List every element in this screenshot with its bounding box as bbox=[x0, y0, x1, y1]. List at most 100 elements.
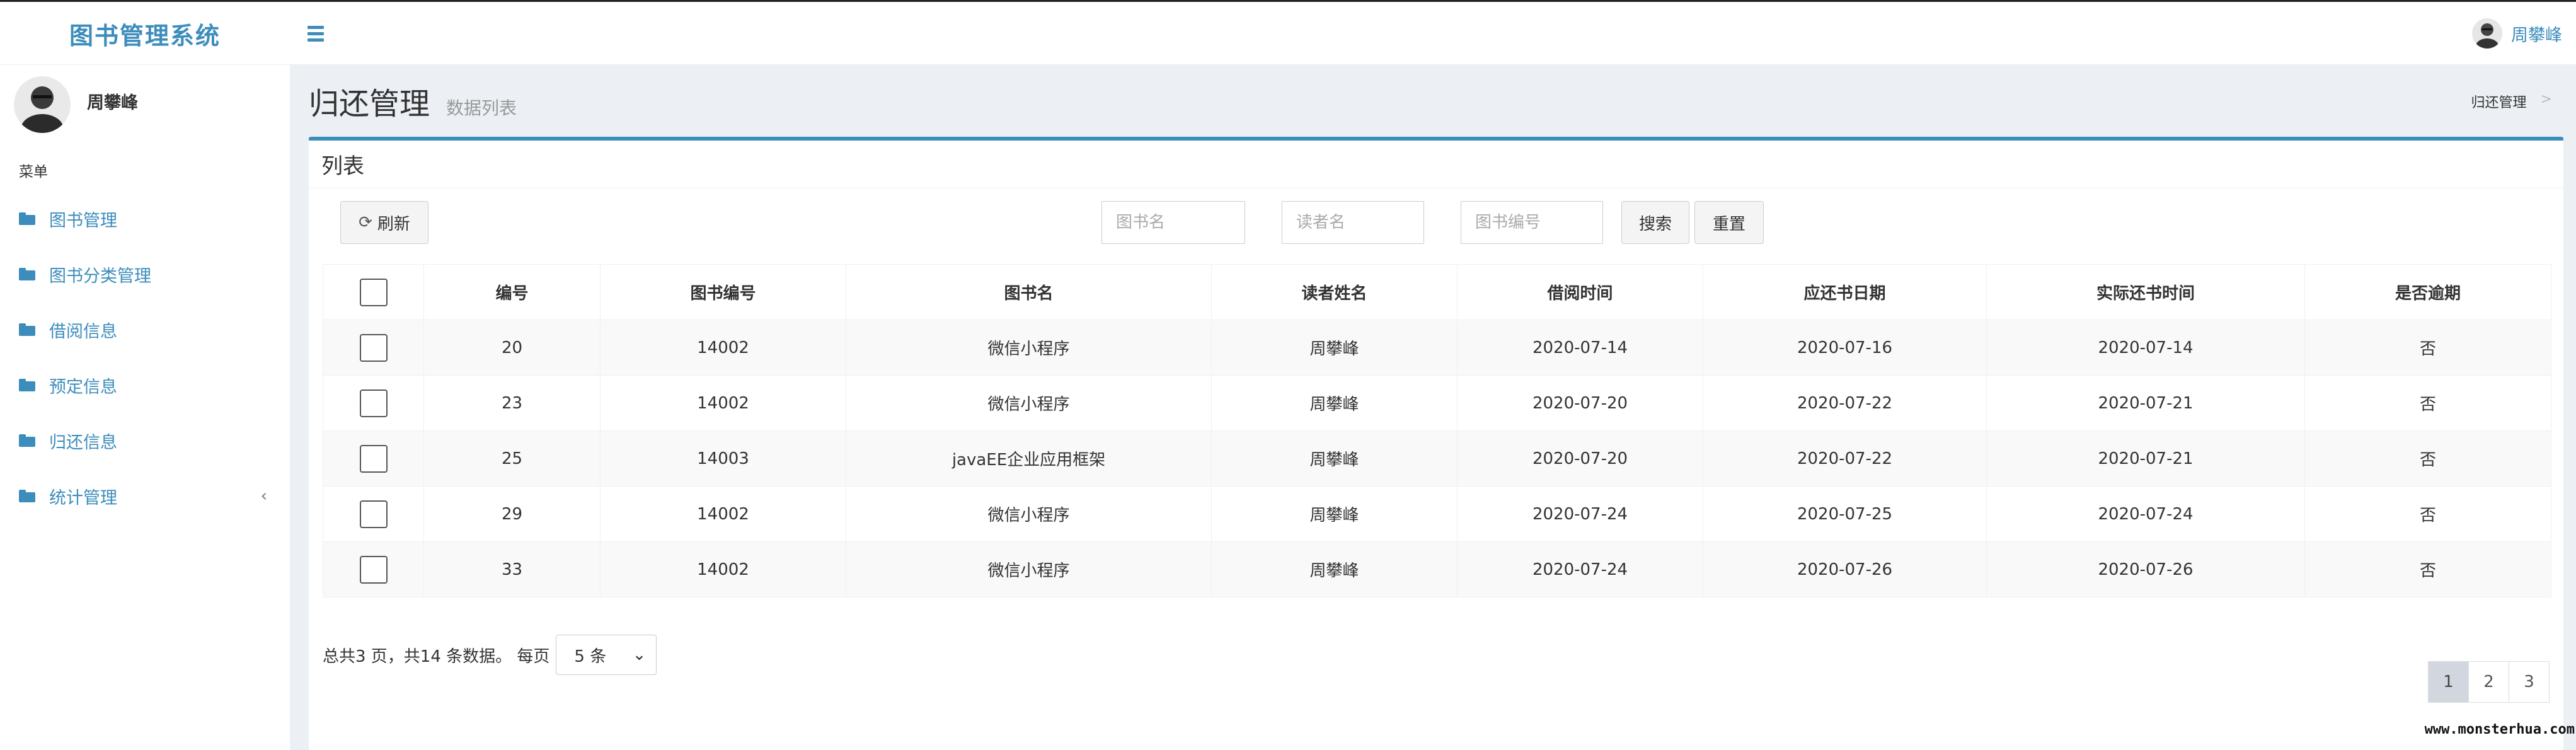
sidebar-item-label: 统计管理 bbox=[49, 488, 117, 508]
page-title: 归还管理 数据列表 bbox=[309, 79, 517, 123]
row-select-cell bbox=[323, 430, 424, 487]
row-select-cell bbox=[323, 320, 424, 376]
cell-reader: 周攀峰 bbox=[1211, 486, 1458, 542]
chevron-down-icon: ⌄ bbox=[632, 645, 647, 664]
refresh-label: 刷新 bbox=[377, 214, 410, 234]
sidebar-item-label: 归还信息 bbox=[49, 432, 117, 453]
breadcrumb-item[interactable]: 归还管理 bbox=[2471, 91, 2527, 112]
table-row[interactable]: 23 14002 微信小程序 周攀峰 2020-07-20 2020-07-22… bbox=[323, 375, 2551, 431]
page-button-1[interactable]: 1 bbox=[2428, 661, 2469, 703]
sidebar-toggle-icon[interactable] bbox=[308, 21, 325, 46]
page-subtitle: 数据列表 bbox=[446, 98, 517, 118]
table-row[interactable]: 20 14002 微信小程序 周攀峰 2020-07-14 2020-07-16… bbox=[323, 320, 2551, 376]
cell-return-date: 2020-07-24 bbox=[1986, 486, 2305, 542]
row-select-cell bbox=[323, 541, 424, 597]
folder-icon bbox=[19, 434, 35, 447]
cell-id: 20 bbox=[423, 320, 601, 376]
page-size-select[interactable]: 5 条 ⌄ bbox=[556, 635, 657, 675]
table-row[interactable]: 29 14002 微信小程序 周攀峰 2020-07-24 2020-07-25… bbox=[323, 486, 2551, 542]
header-user-name: 周攀峰 bbox=[2511, 25, 2562, 45]
sidebar-item-reservation-info[interactable]: 预定信息 bbox=[0, 357, 290, 413]
folder-icon bbox=[19, 323, 35, 336]
pagination: 1 2 3 bbox=[2428, 661, 2550, 703]
sidebar-item-statistics[interactable]: 统计管理 ‹ bbox=[0, 468, 290, 524]
cell-id: 33 bbox=[423, 541, 601, 597]
watermark: www.monsterhua.com bbox=[2424, 722, 2575, 737]
box-title: 列表 bbox=[321, 154, 364, 179]
sidebar-menu: 图书管理 图书分类管理 借阅信息 预定信息 归还信息 统计管理 ‹ bbox=[0, 191, 290, 524]
box-header: 列表 bbox=[309, 141, 2563, 188]
sidebar-item-books[interactable]: 图书管理 bbox=[0, 191, 290, 246]
header-avatar bbox=[2472, 18, 2502, 49]
row-checkbox[interactable] bbox=[359, 444, 388, 473]
search-button[interactable]: 搜索 bbox=[1621, 201, 1689, 244]
sidebar-item-label: 预定信息 bbox=[49, 377, 117, 397]
book-name-input[interactable] bbox=[1101, 201, 1245, 244]
book-code-input[interactable] bbox=[1461, 201, 1603, 244]
column-header[interactable]: 图书名 bbox=[846, 264, 1212, 320]
cell-borrow-date: 2020-07-20 bbox=[1457, 375, 1703, 431]
cell-return-date: 2020-07-14 bbox=[1986, 320, 2305, 376]
row-checkbox[interactable] bbox=[359, 333, 388, 362]
cell-due-date: 2020-07-16 bbox=[1703, 320, 1987, 376]
cell-borrow-date: 2020-07-24 bbox=[1457, 541, 1703, 597]
sidebar-item-return-info[interactable]: 归还信息 bbox=[0, 413, 290, 468]
select-all-checkbox[interactable] bbox=[359, 278, 388, 306]
app-logo-title[interactable]: 图书管理系统 bbox=[0, 2, 290, 65]
reader-name-input[interactable] bbox=[1282, 201, 1424, 244]
folder-icon bbox=[19, 268, 35, 280]
cell-borrow-date: 2020-07-20 bbox=[1457, 430, 1703, 487]
cell-id: 25 bbox=[423, 430, 601, 487]
cell-overdue: 否 bbox=[2304, 320, 2551, 376]
main-content: 归还管理 数据列表 归还管理 > 列表 ⟳ 刷新 搜索 重置 bbox=[290, 65, 2576, 750]
cell-book-name: 微信小程序 bbox=[846, 320, 1212, 376]
sidebar-item-book-categories[interactable]: 图书分类管理 bbox=[0, 246, 290, 302]
folder-icon bbox=[19, 212, 35, 225]
user-panel: 周攀峰 bbox=[14, 76, 279, 139]
cell-book-code: 14002 bbox=[600, 486, 846, 542]
cell-id: 23 bbox=[423, 375, 601, 431]
column-header[interactable]: 借阅时间 bbox=[1457, 264, 1703, 320]
sidebar-item-borrow-info[interactable]: 借阅信息 bbox=[0, 302, 290, 357]
cell-book-code: 14002 bbox=[600, 320, 846, 376]
cell-book-code: 14003 bbox=[600, 430, 846, 487]
cell-return-date: 2020-07-26 bbox=[1986, 541, 2305, 597]
column-header[interactable]: 是否逾期 bbox=[2304, 264, 2551, 320]
reset-button[interactable]: 重置 bbox=[1694, 201, 1764, 244]
cell-due-date: 2020-07-25 bbox=[1703, 486, 1987, 542]
sidebar-item-label: 图书管理 bbox=[49, 211, 117, 231]
chevron-left-icon[interactable]: ‹ bbox=[261, 487, 267, 505]
header-user-menu[interactable]: 周攀峰 bbox=[2472, 18, 2562, 49]
column-header[interactable]: 实际还书时间 bbox=[1986, 264, 2305, 320]
cell-borrow-date: 2020-07-24 bbox=[1457, 486, 1703, 542]
sidebar-avatar bbox=[14, 76, 71, 133]
cell-overdue: 否 bbox=[2304, 375, 2551, 431]
return-table: 编号 图书编号 图书名 读者姓名 借阅时间 应还书日期 实际还书时间 是否逾期 … bbox=[323, 264, 2551, 597]
page-button-2[interactable]: 2 bbox=[2468, 661, 2509, 703]
sidebar: 周攀峰 菜单 图书管理 图书分类管理 借阅信息 预定信息 归还信息 统计管理 ‹ bbox=[0, 65, 290, 750]
table-row[interactable]: 33 14002 微信小程序 周攀峰 2020-07-24 2020-07-26… bbox=[323, 541, 2551, 597]
sidebar-item-label: 图书分类管理 bbox=[49, 266, 151, 286]
column-header[interactable]: 编号 bbox=[423, 264, 601, 320]
cell-overdue: 否 bbox=[2304, 541, 2551, 597]
cell-borrow-date: 2020-07-14 bbox=[1457, 320, 1703, 376]
page-button-3[interactable]: 3 bbox=[2509, 661, 2550, 703]
breadcrumb-separator: > bbox=[2540, 91, 2552, 107]
cell-overdue: 否 bbox=[2304, 430, 2551, 487]
column-header[interactable]: 读者姓名 bbox=[1211, 264, 1458, 320]
row-checkbox[interactable] bbox=[359, 389, 388, 417]
cell-book-code: 14002 bbox=[600, 375, 846, 431]
cell-book-name: 微信小程序 bbox=[846, 486, 1212, 542]
cell-return-date: 2020-07-21 bbox=[1986, 375, 2305, 431]
table-row[interactable]: 25 14003 javaEE企业应用框架 周攀峰 2020-07-20 202… bbox=[323, 430, 2551, 487]
top-header: 图书管理系统 周攀峰 bbox=[0, 2, 2576, 65]
row-select-cell bbox=[323, 375, 424, 431]
cell-reader: 周攀峰 bbox=[1211, 375, 1458, 431]
row-checkbox[interactable] bbox=[359, 500, 388, 528]
column-header[interactable]: 图书编号 bbox=[600, 264, 846, 320]
column-header[interactable]: 应还书日期 bbox=[1703, 264, 1987, 320]
refresh-button[interactable]: ⟳ 刷新 bbox=[340, 201, 428, 244]
row-select-cell bbox=[323, 486, 424, 542]
row-checkbox[interactable] bbox=[359, 555, 388, 584]
sidebar-user-name: 周攀峰 bbox=[87, 93, 138, 113]
